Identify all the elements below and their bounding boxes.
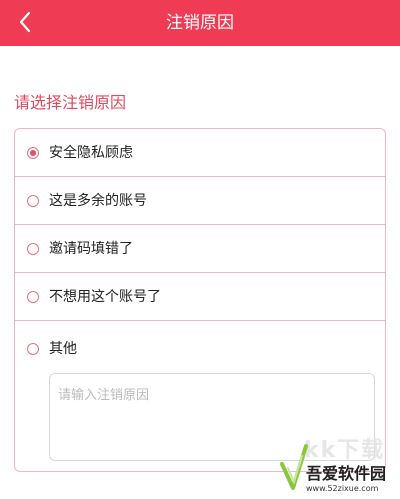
radio-button[interactable] xyxy=(27,290,39,303)
option-label: 安全隐私顾虑 xyxy=(49,144,133,161)
page-title: 注销原因 xyxy=(166,13,234,33)
reason-textarea[interactable] xyxy=(49,373,375,461)
option-label: 不想用这个账号了 xyxy=(49,288,161,305)
section-label: 请选择注销原因 xyxy=(14,93,127,112)
radio-button[interactable] xyxy=(27,242,39,255)
option-label: 其他 xyxy=(49,341,77,357)
option-label: 邀请码填错了 xyxy=(49,240,133,257)
radio-button[interactable] xyxy=(27,343,39,355)
reason-options-card: 安全隐私顾虑 这是多余的账号 邀请码填错了 不想用这个账号了 其他 xyxy=(14,128,386,472)
option-no-longer-want[interactable]: 不想用这个账号了 xyxy=(15,273,385,321)
option-wrong-invite-code[interactable]: 邀请码填错了 xyxy=(15,225,385,273)
watermark-url: www.52zixue.com xyxy=(306,484,379,493)
header-bar: 注销原因 xyxy=(0,0,400,46)
radio-button-checked[interactable] xyxy=(27,146,39,159)
cancel-account-reason-screen: 注销原因 请选择注销原因 安全隐私顾虑 这是多余的账号 邀请码填错了 不想用这个… xyxy=(0,0,400,499)
option-other[interactable]: 其他 xyxy=(15,325,385,373)
option-redundant-account[interactable]: 这是多余的账号 xyxy=(15,177,385,225)
option-security-privacy[interactable]: 安全隐私顾虑 xyxy=(15,129,385,177)
radio-button[interactable] xyxy=(27,194,39,207)
option-label: 这是多余的账号 xyxy=(49,192,147,209)
